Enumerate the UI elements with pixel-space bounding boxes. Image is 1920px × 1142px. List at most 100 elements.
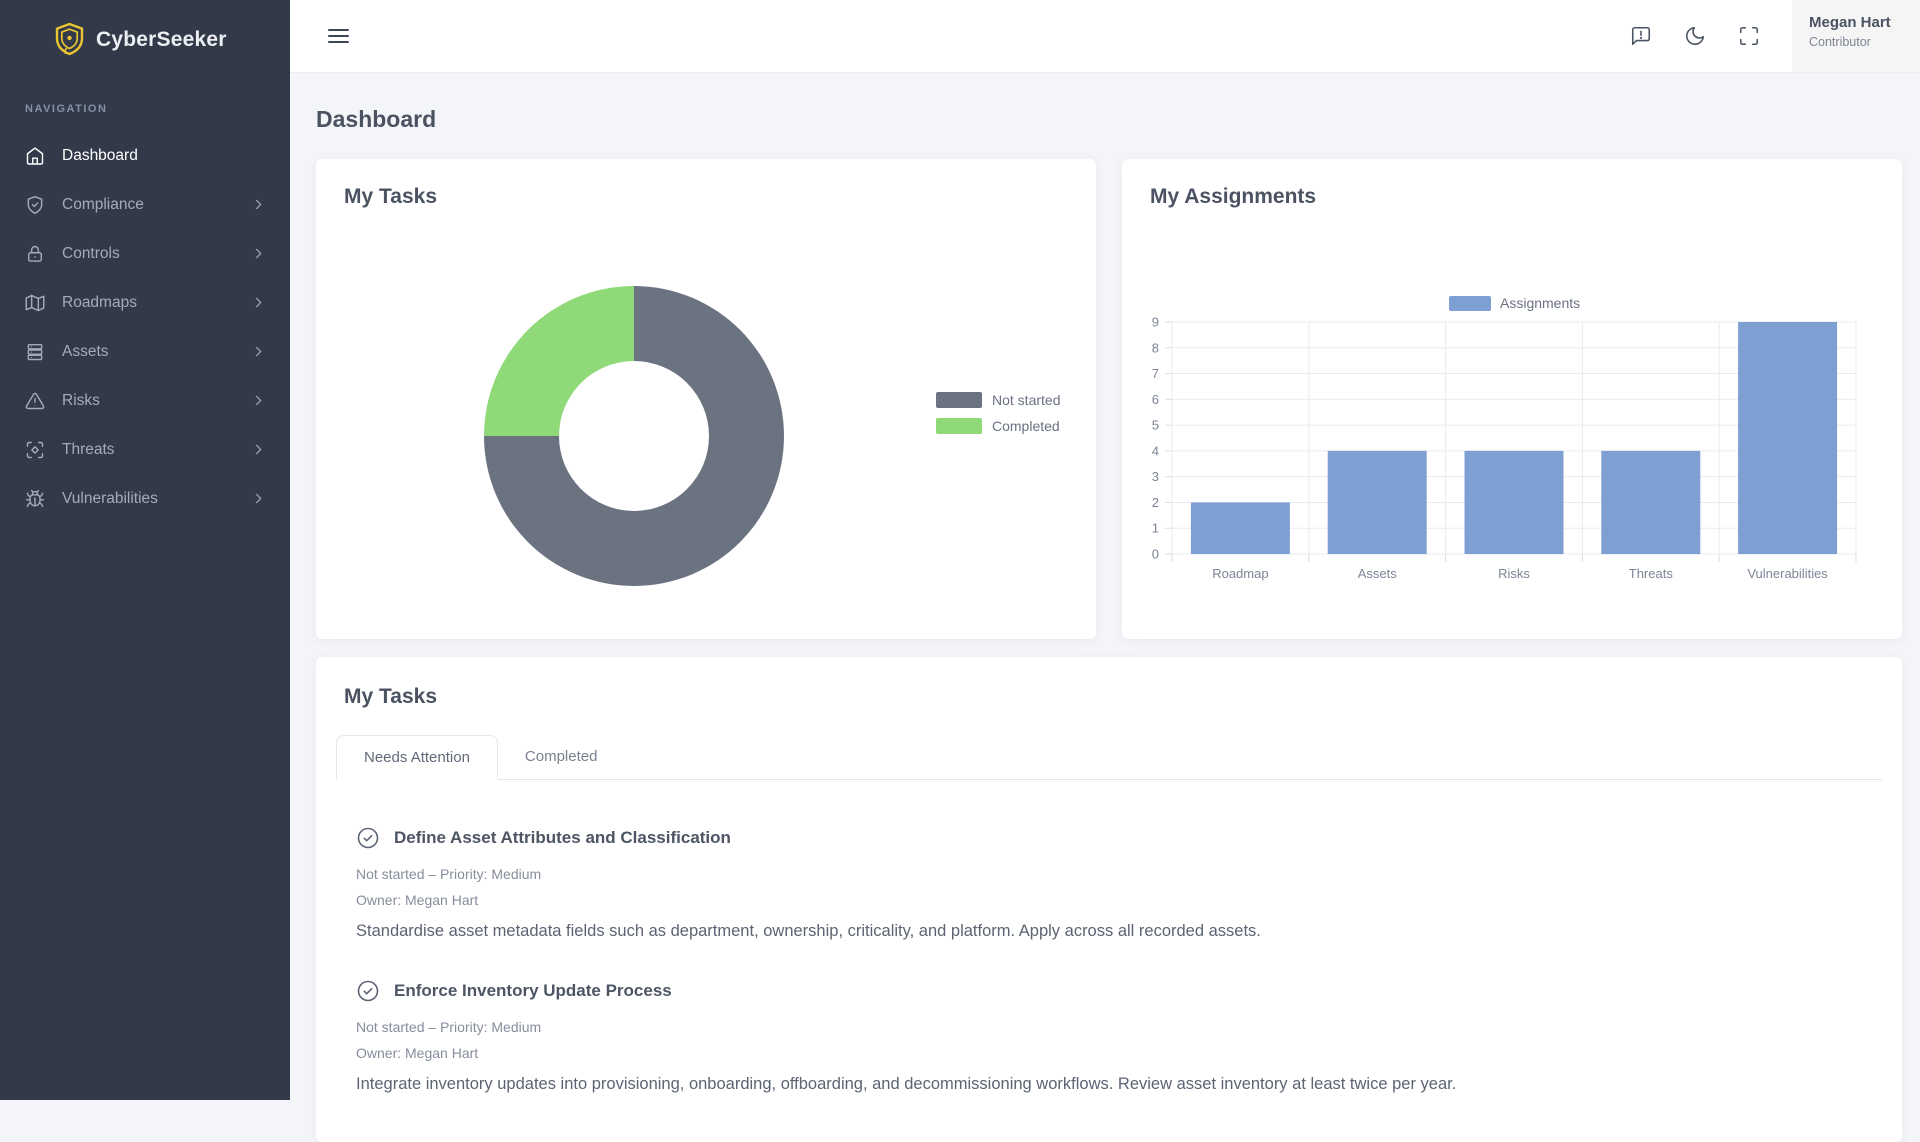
chevron-right-icon [251, 442, 266, 457]
task-item: Define Asset Attributes and Classificati… [356, 826, 1862, 941]
assignments-bar-chart: 0 1 2 3 4 5 6 7 8 9 Roadmap Assets Risks Threats Vulne… [1122, 259, 1902, 594]
app-name: CyberSeeker [96, 28, 227, 52]
card-title: My Tasks [316, 657, 1902, 709]
sidebar-item-threats[interactable]: Threats [0, 425, 290, 474]
shield-check-icon [25, 195, 45, 215]
task-status: Not started – Priority: Medium [356, 866, 1862, 882]
donut-hole [559, 361, 709, 511]
svg-text:5: 5 [1152, 418, 1159, 433]
nav-section-label: NAVIGATION [25, 103, 290, 115]
main-content: Dashboard My Tasks Not started Completed … [290, 72, 1920, 1142]
legend-item: Not started [936, 392, 1060, 408]
sidebar-item-label: Roadmaps [62, 294, 137, 312]
legend-item: Completed [936, 418, 1060, 434]
task-description: Integrate inventory updates into provisi… [356, 1075, 1862, 1094]
sidebar: CyberSeeker NAVIGATION Dashboard Complian… [0, 0, 290, 1100]
sidebar-item-label: Compliance [62, 196, 144, 214]
nav-list: Dashboard Compliance Controls Roadmaps Asset… [0, 131, 290, 523]
fullscreen-icon[interactable] [1738, 25, 1760, 47]
bar-roadmap [1191, 502, 1290, 554]
bar-risks [1465, 451, 1564, 554]
svg-text:2: 2 [1152, 495, 1159, 510]
sidebar-item-controls[interactable]: Controls [0, 229, 290, 278]
server-stack-icon [25, 342, 45, 362]
sidebar-item-label: Risks [62, 392, 100, 410]
legend-label: Not started [992, 392, 1060, 408]
map-icon [25, 293, 45, 313]
user-menu[interactable]: Megan Hart Contributor [1792, 0, 1920, 72]
bar-vulnerabilities [1738, 322, 1837, 554]
svg-text:0: 0 [1152, 547, 1159, 562]
chevron-right-icon [251, 491, 266, 506]
card-title: My Assignments [1150, 185, 1316, 209]
task-owner: Owner: Megan Hart [356, 892, 1862, 908]
sidebar-item-label: Assets [62, 343, 109, 361]
legend-swatch [936, 392, 982, 408]
svg-text:1: 1 [1152, 521, 1159, 536]
my-tasks-chart-card: My Tasks Not started Completed [316, 159, 1096, 639]
task-item: Enforce Inventory Update ProcessNot star… [356, 979, 1862, 1094]
cards-row: My Tasks Not started Completed My Assignm… [316, 159, 1902, 639]
chevron-right-icon [251, 197, 266, 212]
sidebar-item-dashboard[interactable]: Dashboard [0, 131, 290, 180]
shield-logo-icon [54, 22, 85, 57]
warning-triangle-icon [25, 391, 45, 411]
svg-text:9: 9 [1152, 315, 1159, 330]
svg-text:6: 6 [1152, 392, 1159, 407]
svg-text:Roadmap: Roadmap [1212, 566, 1268, 581]
card-title: My Tasks [344, 185, 437, 209]
tab-completed[interactable]: Completed [498, 735, 625, 779]
tab-needs-attention[interactable]: Needs Attention [336, 735, 498, 780]
feedback-message-icon[interactable] [1630, 25, 1652, 47]
svg-text:3: 3 [1152, 469, 1159, 484]
chevron-right-icon [251, 295, 266, 310]
legend-label: Completed [992, 418, 1060, 434]
sidebar-item-compliance[interactable]: Compliance [0, 180, 290, 229]
sidebar-item-roadmaps[interactable]: Roadmaps [0, 278, 290, 327]
topbar: Megan Hart Contributor [290, 0, 1920, 72]
user-role: Contributor [1809, 35, 1912, 49]
tasks-donut-chart [484, 286, 784, 586]
bug-icon [25, 489, 45, 509]
sidebar-item-label: Dashboard [62, 147, 138, 165]
svg-text:Threats: Threats [1629, 566, 1674, 581]
sidebar-item-label: Threats [62, 441, 115, 459]
svg-text:4: 4 [1152, 443, 1159, 458]
lock-icon [25, 244, 45, 264]
user-name: Megan Hart [1809, 14, 1912, 31]
sidebar-item-vulnerabilities[interactable]: Vulnerabilities [0, 474, 290, 523]
home-icon [25, 146, 45, 166]
tasks-tabs: Needs AttentionCompleted [336, 735, 1882, 780]
circle-check-icon[interactable] [356, 826, 380, 850]
my-assignments-card: My Assignments Assignments 0123456789Roa… [1122, 159, 1902, 639]
menu-toggle-icon[interactable] [328, 29, 349, 44]
chevron-right-icon [251, 393, 266, 408]
chevron-right-icon [251, 246, 266, 261]
dark-mode-moon-icon[interactable] [1684, 25, 1706, 47]
scan-target-icon [25, 440, 45, 460]
sidebar-item-assets[interactable]: Assets [0, 327, 290, 376]
donut-legend: Not started Completed [936, 392, 1060, 444]
task-header[interactable]: Enforce Inventory Update Process [356, 979, 1862, 1003]
app-logo[interactable]: CyberSeeker [0, 0, 290, 57]
task-header[interactable]: Define Asset Attributes and Classificati… [356, 826, 1862, 850]
svg-text:8: 8 [1152, 340, 1159, 355]
task-description: Standardise asset metadata fields such a… [356, 922, 1862, 941]
sidebar-item-risks[interactable]: Risks [0, 376, 290, 425]
task-list: Define Asset Attributes and Classificati… [316, 780, 1902, 1094]
task-owner: Owner: Megan Hart [356, 1045, 1862, 1061]
task-title: Enforce Inventory Update Process [394, 981, 672, 1001]
svg-text:Risks: Risks [1498, 566, 1530, 581]
task-title: Define Asset Attributes and Classificati… [394, 828, 731, 848]
bar-threats [1601, 451, 1700, 554]
svg-text:7: 7 [1152, 366, 1159, 381]
chevron-right-icon [251, 344, 266, 359]
sidebar-item-label: Controls [62, 245, 120, 263]
legend-swatch [936, 418, 982, 434]
page-title: Dashboard [316, 106, 1902, 133]
svg-text:Assets: Assets [1358, 566, 1398, 581]
circle-check-icon[interactable] [356, 979, 380, 1003]
my-tasks-list-card: My Tasks Needs AttentionCompleted Define… [316, 657, 1902, 1142]
svg-text:Vulnerabilities: Vulnerabilities [1747, 566, 1828, 581]
topbar-right: Megan Hart Contributor [1630, 0, 1920, 72]
